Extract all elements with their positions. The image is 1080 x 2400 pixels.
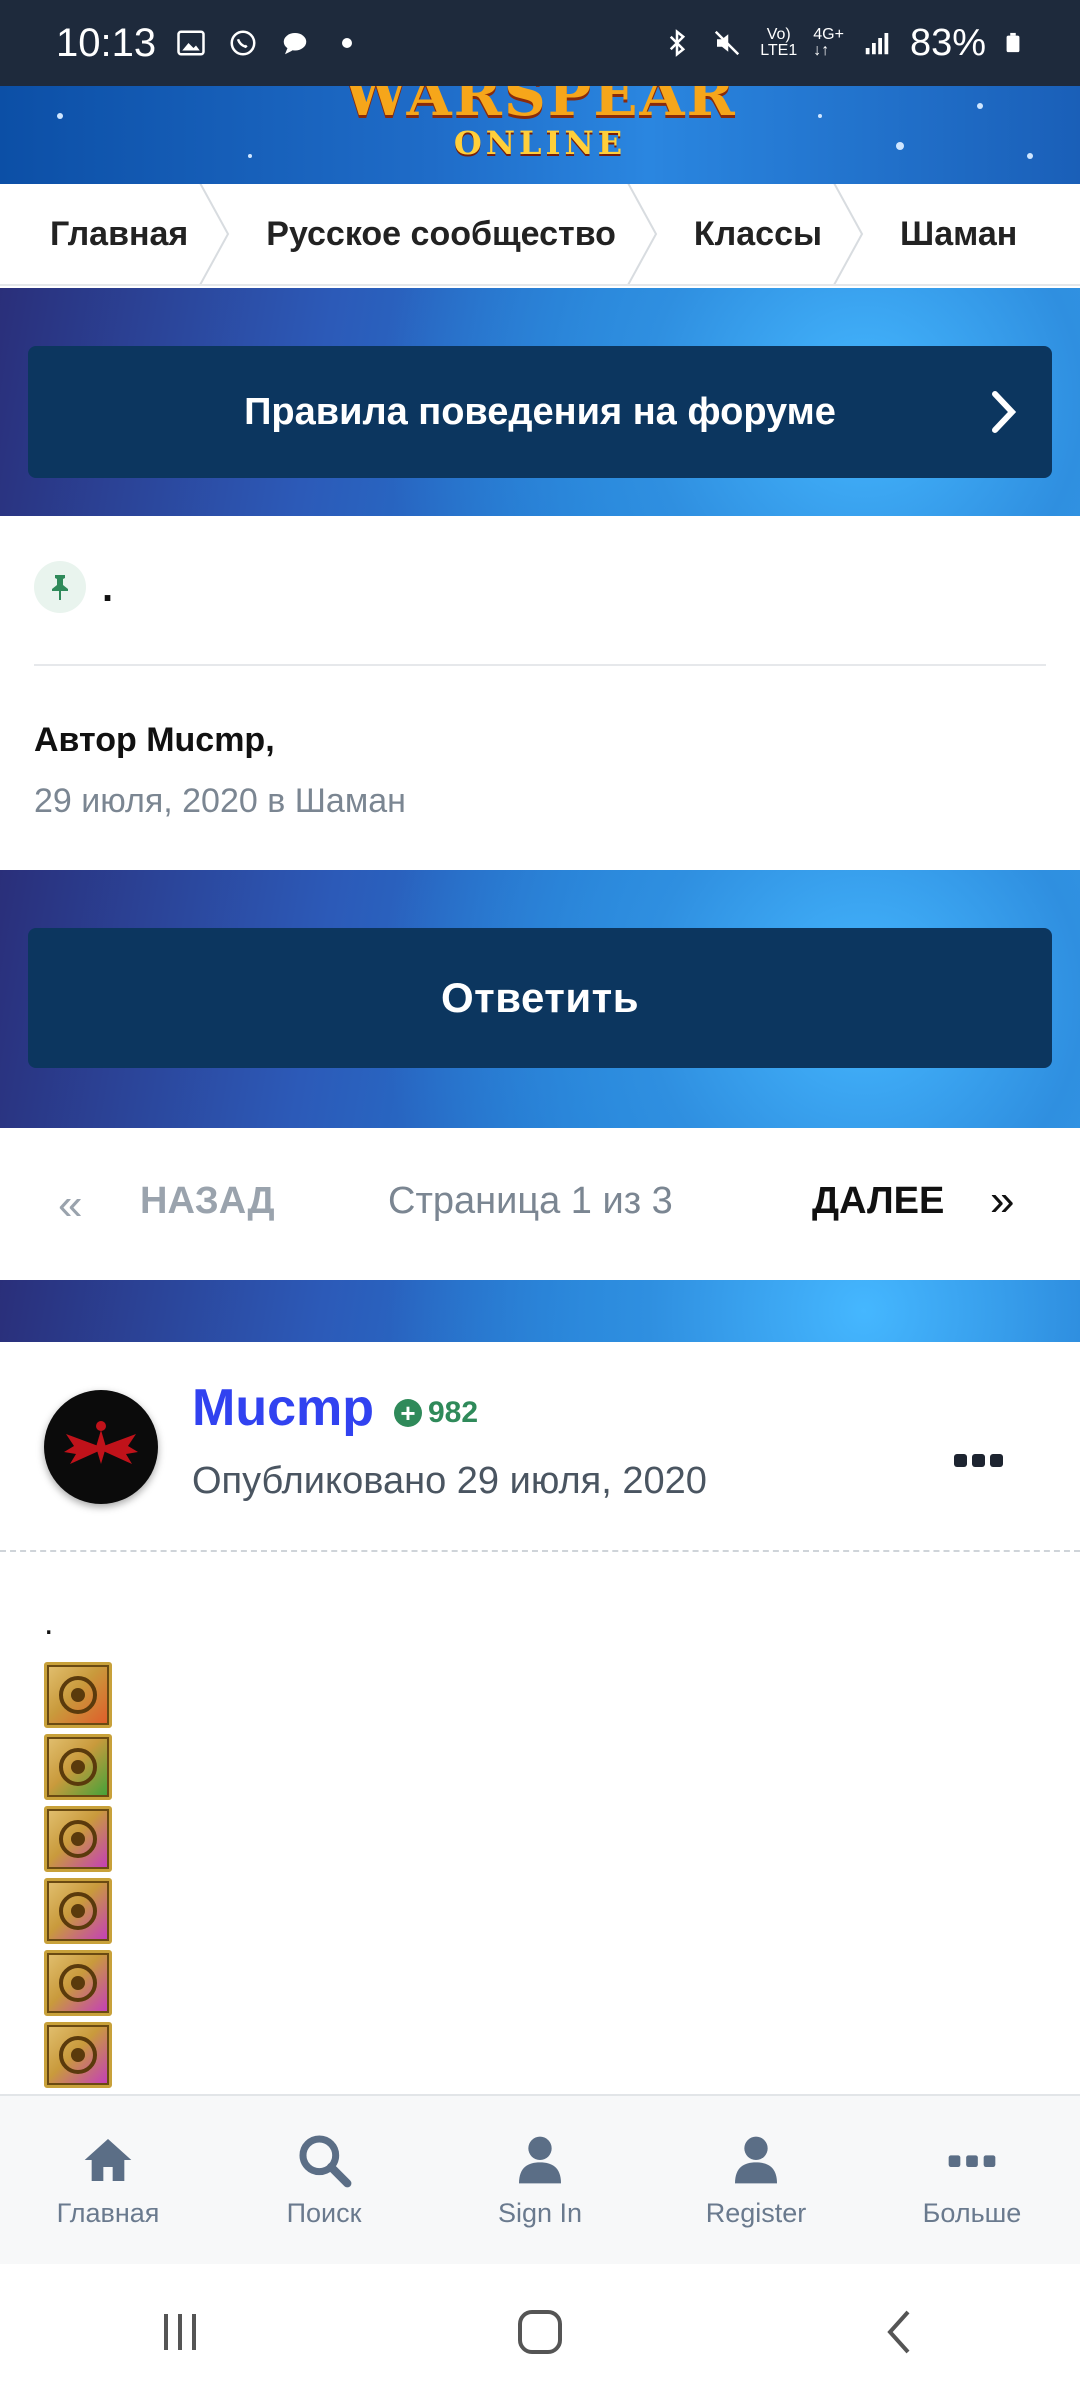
pagination: « НАЗАД Страница 1 из 3 ДАЛЕЕ »: [0, 1128, 1080, 1280]
more-options-icon[interactable]: [954, 1454, 1006, 1474]
breadcrumb-item-home[interactable]: Главная: [0, 184, 230, 284]
breadcrumb-item-classes[interactable]: Классы: [644, 184, 864, 284]
avatar-emblem-icon: [64, 1421, 138, 1464]
next-page-button[interactable]: ДАЛЕЕ: [812, 1180, 944, 1223]
post-author-link[interactable]: Mucmp: [192, 1378, 374, 1438]
reply-section: Ответить: [0, 870, 1080, 1128]
post-published-date: Опубликовано 29 июля, 2020: [192, 1460, 707, 1502]
site-banner[interactable]: WARSPEAR ONLINE: [0, 86, 1080, 184]
more-icon: [948, 2154, 996, 2167]
double-chevron-right-icon[interactable]: »: [990, 1176, 1014, 1226]
reputation-badge[interactable]: + 982: [394, 1396, 478, 1430]
forum-rules-button[interactable]: Правила поведения на форуме: [28, 346, 1052, 478]
mute-icon: [715, 30, 740, 56]
status-time: 10:13: [56, 20, 157, 65]
post-body: .: [0, 1554, 1080, 2094]
topic-date: 29 июля, 2020 в Шаман: [34, 782, 406, 820]
item-slot-icon: [44, 1734, 112, 1800]
volte-icon: Vo) LTE1: [760, 26, 798, 59]
status-bar: 10:13 Vo) LTE1 4G+ ↓↑ 83%: [0, 0, 1080, 86]
home-icon: [84, 2138, 132, 2181]
item-slot-icon: [44, 2022, 112, 2088]
warspear-logo[interactable]: WARSPEAR ONLINE: [340, 86, 740, 184]
decorative-band: [0, 1280, 1080, 1342]
back-button[interactable]: [860, 2292, 940, 2372]
nav-register[interactable]: Register: [648, 2096, 864, 2264]
nav-sign-in[interactable]: Sign In: [432, 2096, 648, 2264]
reputation-count: 982: [428, 1396, 479, 1429]
double-chevron-left-icon[interactable]: «: [58, 1180, 82, 1230]
viber-icon: [230, 30, 256, 56]
forum-rules-label: Правила поведения на форуме: [244, 390, 836, 433]
breadcrumb-item-community[interactable]: Русское сообщество: [216, 184, 658, 284]
item-slot-icon: [44, 1662, 112, 1728]
home-circle-icon: [518, 2310, 562, 2354]
bluetooth-icon: [670, 29, 686, 57]
breadcrumb-item-shaman[interactable]: Шаман: [850, 184, 1045, 284]
user-icon: [519, 2136, 561, 2183]
page-indicator[interactable]: Страница 1 из 3: [388, 1180, 673, 1223]
topic-header: . Автор Mucmp, 29 июля, 2020 в Шаман: [0, 516, 1080, 870]
4g-icon: 4G+ ↓↑: [813, 26, 844, 59]
item-slot-icon: [44, 1878, 112, 1944]
chat-icon: [283, 33, 307, 55]
dot-icon: [342, 38, 353, 48]
bottom-navigation: Главная Поиск Sign In Register Больше: [0, 2094, 1080, 2264]
reply-button[interactable]: Ответить: [28, 928, 1052, 1068]
rules-section: Правила поведения на форуме: [0, 288, 1080, 516]
user-icon: [735, 2136, 777, 2183]
nav-search[interactable]: Поиск: [216, 2096, 432, 2264]
recent-apps-button[interactable]: [140, 2292, 220, 2372]
pin-icon: [34, 561, 86, 613]
nav-home[interactable]: Главная: [0, 2096, 216, 2264]
item-slot-icon: [44, 1950, 112, 2016]
divider: [34, 664, 1046, 666]
nav-more[interactable]: Больше: [864, 2096, 1080, 2264]
item-slot-icon: [44, 1806, 112, 1872]
chevron-right-icon: [992, 391, 1017, 433]
signal-icon: [865, 33, 889, 55]
battery-icon: [1006, 32, 1020, 53]
post-header: Mucmp + 982 Опубликовано 29 июля, 2020: [0, 1342, 1080, 1552]
search-icon: [299, 2135, 352, 2187]
plus-circle-icon: +: [394, 1399, 422, 1427]
system-navigation-bar: [0, 2264, 1080, 2400]
topic-author: Автор Mucmp,: [34, 721, 275, 759]
image-icon: [177, 30, 205, 56]
back-chevron-icon: [887, 2310, 910, 2354]
home-button[interactable]: [500, 2292, 580, 2372]
recents-icon: [164, 2314, 196, 2350]
previous-page-button[interactable]: НАЗАД: [140, 1180, 275, 1223]
post-text: .: [44, 1604, 54, 1642]
topic-title: .: [102, 566, 114, 610]
battery-level: 83%: [909, 21, 986, 64]
breadcrumb: Главная Русское сообщество Классы Шаман: [0, 184, 1080, 286]
topic-author-link[interactable]: Mucmp,: [146, 721, 274, 759]
avatar[interactable]: [44, 1390, 158, 1504]
